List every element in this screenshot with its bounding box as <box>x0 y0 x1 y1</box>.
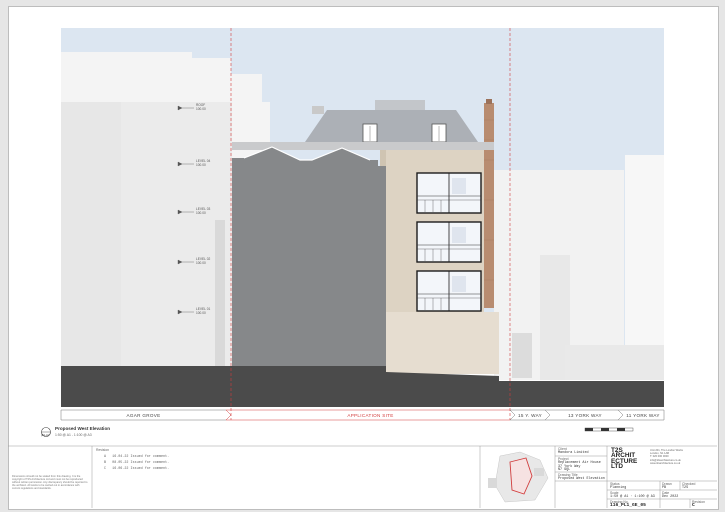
level-label-03: LEVEL 03 100.00 <box>196 207 211 215</box>
drawing-scale-note: 1:50 @ A1 - 1:100 @ A3 <box>55 433 92 437</box>
level-label-04: LEVEL 04 100.00 <box>196 159 211 167</box>
client-value: Mandora Limited <box>558 451 589 455</box>
window-level-1 <box>416 270 482 312</box>
chimney <box>484 103 494 308</box>
revision-row: B 08.05.22 Issued for comment. <box>104 461 170 465</box>
tree-shadow <box>215 220 225 370</box>
left-neighbour-face <box>61 102 121 370</box>
revisions-header: Revision <box>96 448 110 452</box>
drawing-title: Proposed West Elevation <box>55 426 111 431</box>
drawing-number: 116_PL1_GE_05 <box>610 503 646 508</box>
strip-13-york-way: 13 YORK WAY <box>568 412 602 418</box>
checked-value: T2S <box>682 485 689 490</box>
fence <box>512 333 532 378</box>
copyright-note: Dimensions should not be scaled from thi… <box>12 475 88 491</box>
date-value: Dec 2022 <box>662 494 679 499</box>
party-wall <box>232 147 386 374</box>
key-plan <box>484 450 551 505</box>
drawn-value: PB <box>662 485 667 490</box>
far-right-lowrise <box>565 345 664 380</box>
level-label-02: LEVEL 02 100.00 <box>196 257 211 265</box>
ground-floor-base <box>386 312 499 374</box>
level-label-roof: ROOF 100.00 <box>196 103 206 111</box>
elevation-drawing <box>8 28 717 508</box>
revision-row: C 16.06.22 Issued for comment. <box>104 467 170 471</box>
roof-plant <box>375 100 425 110</box>
strip-application-site: APPLICATION SITE <box>347 412 394 418</box>
scale-bar <box>584 427 634 432</box>
drawing-ref: (01-A) <box>41 433 49 437</box>
window-level-3 <box>416 172 482 214</box>
window-level-2 <box>416 221 482 263</box>
strip-agar-grove: AGAR GROVE <box>126 412 161 418</box>
mansard-roof <box>305 110 478 142</box>
strip-11-york-way: 11 YORK WAY <box>626 412 660 418</box>
status-value: Planning <box>610 485 627 490</box>
drawing-title-value: Proposed West Elevation <box>558 476 605 481</box>
firm-logo: T2S ARCHIT ECTURE LTD <box>611 447 638 471</box>
revision-row: A 16.04.22 Issued for comment. <box>104 455 170 459</box>
firm-address: Unit 201, The London Works London, N1 1AB… <box>650 449 683 465</box>
revision-value: C <box>692 503 695 508</box>
scale-value: 1:50 @ A1 · 1:100 @ A3 <box>610 494 655 499</box>
level-label-01: LEVEL 01 100.00 <box>196 307 211 315</box>
project-line-3: N7 9QL <box>558 468 571 472</box>
strip-15-y-way: 15 Y. WAY <box>518 412 542 418</box>
roof-plant-small <box>312 106 324 114</box>
